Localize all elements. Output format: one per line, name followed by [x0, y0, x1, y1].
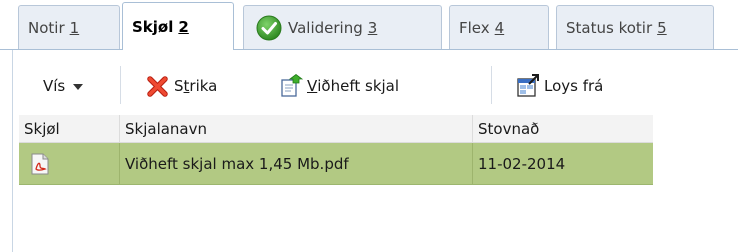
green-check-icon — [256, 15, 282, 40]
tab-notir[interactable]: Notir 1 — [18, 5, 120, 49]
row-created-date: 11-02-2014 — [478, 154, 566, 173]
tab-label: Skjøl — [132, 17, 174, 36]
table-row[interactable]: Viðheft skjal max 1,45 Mb.pdf 11-02-2014 — [19, 143, 653, 185]
delete-button[interactable]: St rika — [146, 60, 217, 112]
delete-label-pre: S — [174, 77, 184, 95]
column-header-stovnad[interactable]: Stovnað — [473, 115, 653, 142]
delete-label-post: rika — [189, 77, 218, 95]
toolbar-separator — [491, 66, 492, 104]
row-filename: Viðheft skjal max 1,45 Mb.pdf — [120, 143, 473, 184]
tab-label: Status kotir — [566, 18, 653, 37]
detach-button[interactable]: Loys frá — [516, 60, 603, 112]
tab-shortcut-key: 5 — [657, 18, 667, 37]
view-label: Vís — [43, 77, 66, 95]
tab-strip: Notir 1 Skjøl 2 Validering 3 Flex 4 Status k… — [0, 0, 738, 50]
row-icon-cell — [19, 143, 120, 184]
tab-label: Notir — [28, 18, 65, 37]
tab-shortcut-key: 3 — [367, 18, 378, 37]
detach-label: Loys frá — [544, 77, 604, 95]
tab-shortcut-key: 2 — [178, 17, 189, 36]
detach-document-icon — [517, 74, 539, 97]
attach-label-key: V — [307, 77, 318, 95]
tab-label: Flex — [459, 18, 490, 37]
attach-document-icon — [281, 74, 303, 97]
attach-document-button[interactable]: Viðheft skjal — [279, 60, 399, 112]
tab-label: Validering — [288, 18, 363, 37]
tab-shortcut-key: 4 — [494, 18, 505, 37]
tab-status-kotir[interactable]: Status kotir 5 — [556, 5, 714, 49]
grid-header: Skjøl Skjalanavn Stovnað — [19, 115, 653, 143]
tab-skjol[interactable]: Skjøl 2 — [122, 2, 234, 50]
toolbar-separator — [120, 66, 121, 104]
attachments-grid: Skjøl Skjalanavn Stovnað Viðheft skjal m… — [19, 115, 653, 185]
tab-flex[interactable]: Flex 4 — [449, 5, 549, 49]
column-header-skjalanavn[interactable]: Skjalanavn — [120, 115, 473, 142]
column-header-skjol[interactable]: Skjøl — [19, 115, 120, 142]
pdf-icon — [31, 153, 49, 174]
chevron-down-icon — [73, 84, 84, 90]
tab-shortcut-key: 1 — [69, 18, 80, 37]
tab-validering[interactable]: Validering 3 — [243, 5, 442, 49]
attach-label-post: iðheft skjal — [317, 77, 400, 95]
view-dropdown-button[interactable]: Vís — [43, 60, 84, 112]
delete-x-icon — [147, 76, 168, 97]
tab-strip-baseline — [0, 49, 738, 50]
toolbar: Vís St rika Viðheft skjal Loys frá — [13, 60, 738, 112]
